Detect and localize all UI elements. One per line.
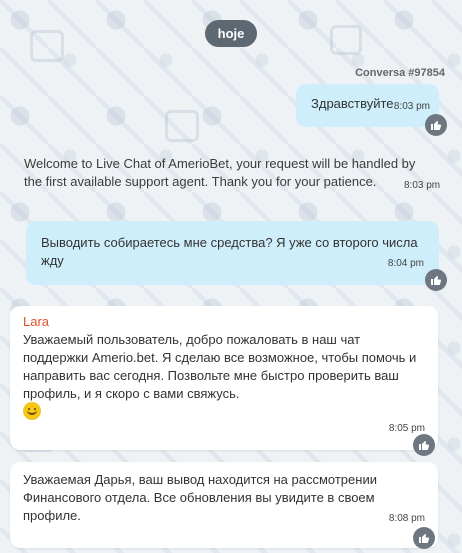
slightly-smiling-face-icon [23,402,41,420]
system-message: Welcome to Live Chat of AmerioBet, your … [24,155,434,191]
background-calendar-doodle [165,110,199,142]
background-calendar-doodle [30,30,64,62]
day-separator: hoje [205,20,257,47]
agent-name: Lara [23,314,50,329]
like-button[interactable] [425,269,447,291]
like-button[interactable] [413,434,435,456]
message-incoming: Уважаемая Дарья, ваш вывод находится на … [10,462,438,548]
message-text: Уважаемый пользователь, добро пожаловать… [23,332,417,401]
message-text: Здравствуйте [311,96,394,111]
thumbs-up-icon [431,121,442,130]
message-time: 8:08 pm [388,513,425,524]
message-text: Уважаемая Дарья, ваш вывод находится на … [23,472,377,523]
message-time: 8:05 pm [388,423,425,434]
conversation-id: Conversa #97854 [355,67,445,79]
message-outgoing: Здравствуйте 8:03 pm [296,84,439,127]
message-time: 8:03 pm [404,180,441,191]
like-button[interactable] [413,527,435,549]
like-button[interactable] [425,114,447,136]
message-time: 8:03 pm [393,101,430,112]
thumbs-up-icon [431,276,442,285]
message-outgoing: Выводить собираетесь мне средства? Я уже… [26,221,439,285]
thumbs-up-icon [419,534,430,543]
message-text: Welcome to Live Chat of AmerioBet, your … [24,156,416,189]
background-calendar-doodle [330,25,362,55]
message-text: Выводить собираетесь мне средства? Я уже… [41,235,418,268]
message-time: 8:04 pm [387,258,424,269]
thumbs-up-icon [419,441,430,450]
message-incoming: Lara Уважаемый пользователь, добро пожал… [10,306,438,450]
